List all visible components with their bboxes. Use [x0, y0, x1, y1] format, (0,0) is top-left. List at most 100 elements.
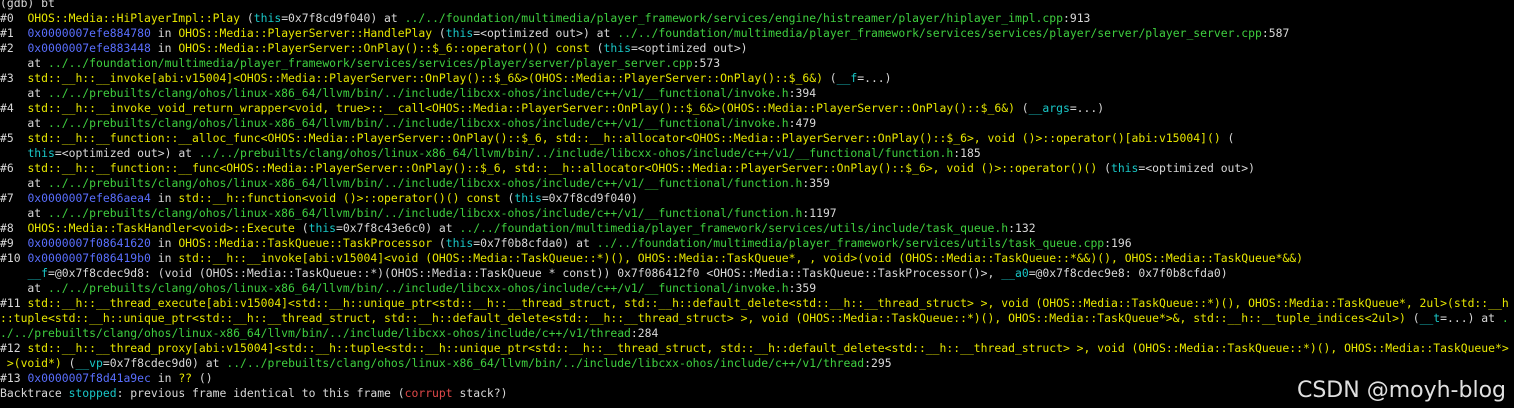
- plain-text: =...) at: [1440, 311, 1502, 325]
- terminal-line: at ../../prebuilts/clang/ohos/linux-x86_…: [0, 206, 1514, 221]
- terminal-line: ./../prebuilts/clang/ohos/linux-x86_64/l…: [0, 326, 1514, 341]
- plain-text: :359: [802, 176, 830, 190]
- plain-text: =0x7f8cd9f040): [541, 191, 638, 205]
- source-path: ../../foundation/multimedia/player_frame…: [48, 56, 693, 70]
- plain-text: =0x7f8cdec9d0) at: [102, 356, 227, 370]
- function-name: OHOS::Media::TaskQueue::TaskProcessor: [178, 236, 433, 250]
- plain-text: at: [0, 281, 49, 295]
- terminal-line: #13 0x0000007f8d41a9ec in ?? (): [0, 371, 1514, 386]
- function-name: ??: [178, 371, 193, 385]
- source-path: ../../prebuilts/clang/ohos/linux-x86_64/…: [48, 206, 803, 220]
- terminal-line: #8 OHOS::Media::TaskHandler<void>::Execu…: [0, 221, 1514, 236]
- plain-text: (: [61, 356, 76, 370]
- plain-text: at: [0, 86, 49, 100]
- terminal-line: at ../../prebuilts/clang/ohos/linux-x86_…: [0, 176, 1514, 191]
- source-path: ../../prebuilts/clang/ohos/linux-x86_64/…: [48, 116, 789, 130]
- function-name: std::__h::__function::__func<OHOS::Media…: [27, 161, 1098, 175]
- function-name: OHOS::Media::TaskHandler<void>::Execute: [27, 221, 295, 235]
- plain-text: #5: [0, 131, 28, 145]
- plain-text: in: [150, 41, 179, 55]
- plain-text: (): [192, 371, 213, 385]
- plain-text: #6: [0, 161, 28, 175]
- plain-text: (: [1014, 101, 1029, 115]
- function-name: OHOS::Media::PlayerServer::HandlePlay: [178, 26, 433, 40]
- terminal-line: #4 std::__h::__invoke_void_return_wrappe…: [0, 101, 1514, 116]
- source-path: ../../foundation/multimedia/player_frame…: [404, 11, 1063, 25]
- frame-address: 0x0000007efe86aea4: [27, 191, 151, 205]
- plain-text: =<optimized out>) at: [54, 146, 199, 160]
- plain-text: #3: [0, 71, 28, 85]
- plain-text: :587: [1261, 26, 1290, 40]
- terminal-line: #1 0x0000007efe884780 in OHOS::Media::Pl…: [0, 26, 1514, 41]
- plain-text: #1: [0, 26, 28, 40]
- argument-name: this: [603, 41, 631, 55]
- terminal-line: >(void*) (__vp=0x7f8cdec9d0) at ../../pr…: [0, 356, 1514, 371]
- terminal-line: #7 0x0000007efe86aea4 in std::__h::funct…: [0, 191, 1514, 206]
- plain-text: #7: [0, 191, 28, 205]
- plain-text: #8: [0, 221, 28, 235]
- terminal-line: this=<optimized out>) at ../../prebuilts…: [0, 146, 1514, 161]
- plain-text: :132: [1008, 221, 1036, 235]
- plain-text: =0x7f8c43e6c0) at: [336, 221, 460, 235]
- plain-text: [0, 146, 27, 160]
- plain-text: (gdb) bt: [0, 0, 55, 10]
- plain-text: in: [150, 191, 179, 205]
- error-text: corrupt: [404, 386, 453, 400]
- terminal-line: (gdb) bt: [0, 0, 1514, 11]
- argument-name: __f: [27, 266, 49, 280]
- frame-address: 0x0000007f08641620: [27, 236, 151, 250]
- gdb-terminal-output[interactable]: (gdb) bt #0 OHOS::Media::HiPlayerImpl::Pl…: [0, 0, 1514, 401]
- plain-text: :913: [1062, 11, 1091, 25]
- plain-text: =@0x7f8cdec9e8: 0x7f0b8cfda0): [1028, 266, 1228, 280]
- terminal-line: at ../../prebuilts/clang/ohos/linux-x86_…: [0, 281, 1514, 296]
- argument-name: __a0: [1001, 266, 1029, 280]
- terminal-line: ::tuple<std::__h::unique_ptr<std::__h::_…: [0, 311, 1514, 326]
- terminal-line: #9 0x0000007f08641620 in OHOS::Media::Ta…: [0, 236, 1514, 251]
- frame-address: 0x0000007efe883448: [27, 41, 151, 55]
- plain-text: :1197: [802, 206, 837, 220]
- terminal-line: #2 0x0000007efe883448 in OHOS::Media::Pl…: [0, 41, 1514, 56]
- plain-text: #12: [0, 341, 28, 355]
- terminal-line: #3 std::__h::__invoke[abi:v15004]<OHOS::…: [0, 71, 1514, 86]
- function-name: >(void*): [0, 356, 62, 370]
- function-name: std::__h::__invoke[abi:v15004]<OHOS::Med…: [27, 71, 823, 85]
- terminal-line: #11 std::__h::__thread_execute[abi:v1500…: [0, 296, 1514, 311]
- csdn-watermark: CSDN @moyh-blog: [1296, 378, 1506, 403]
- plain-text: #11: [0, 296, 28, 310]
- function-name: std::__h::__invoke_void_return_wrapper<v…: [27, 101, 1015, 115]
- plain-text: =0x7f8cd9f040) at: [281, 11, 405, 25]
- plain-text: (: [589, 41, 604, 55]
- terminal-line: #12 std::__h::__thread_proxy[abi:v15004]…: [0, 341, 1514, 356]
- plain-text: :185: [953, 146, 981, 160]
- plain-text: =<optimized out>): [630, 41, 748, 55]
- plain-text: #2: [0, 41, 28, 55]
- terminal-line: #10 0x0000007f086419b0 in std::__h::__in…: [0, 251, 1514, 266]
- function-name: std::__h::function<void ()>::operator()(…: [178, 191, 501, 205]
- plain-text: =...): [857, 71, 892, 85]
- argument-name: __f: [836, 71, 858, 85]
- plain-text: in: [150, 26, 179, 40]
- plain-text: =@0x7f8cdec9d8: (void (OHOS::Media::Task…: [48, 266, 1002, 280]
- source-path: .: [1501, 311, 1509, 325]
- terminal-line: at ../../prebuilts/clang/ohos/linux-x86_…: [0, 86, 1514, 101]
- source-path: ../../foundation/multimedia/player_frame…: [617, 26, 1262, 40]
- plain-text: :295: [864, 356, 892, 370]
- plain-text: at: [0, 206, 49, 220]
- plain-text: (: [822, 71, 837, 85]
- plain-text: #9: [0, 236, 28, 250]
- plain-text: :394: [788, 86, 817, 100]
- function-name: std::__h::__thread_proxy[abi:v15004]<std…: [27, 341, 1509, 355]
- plain-text: at: [0, 176, 49, 190]
- frame-address: 0x0000007f086419b0: [27, 251, 151, 265]
- plain-text: (: [240, 11, 254, 25]
- function-name: OHOS::Media::HiPlayerImpl::Play: [27, 11, 241, 25]
- plain-text: in: [150, 236, 179, 250]
- plain-text: (: [1220, 131, 1235, 145]
- plain-text: :359: [788, 281, 817, 295]
- plain-text: =0x7f0b8cfda0) at: [473, 236, 597, 250]
- source-path: ../../prebuilts/clang/ohos/linux-x86_64/…: [198, 146, 954, 160]
- plain-text: (: [1097, 161, 1111, 175]
- source-path: ./../prebuilts/clang/ohos/linux-x86_64/l…: [0, 326, 631, 340]
- plain-text: =...): [1069, 101, 1105, 115]
- plain-text: #10: [0, 251, 28, 265]
